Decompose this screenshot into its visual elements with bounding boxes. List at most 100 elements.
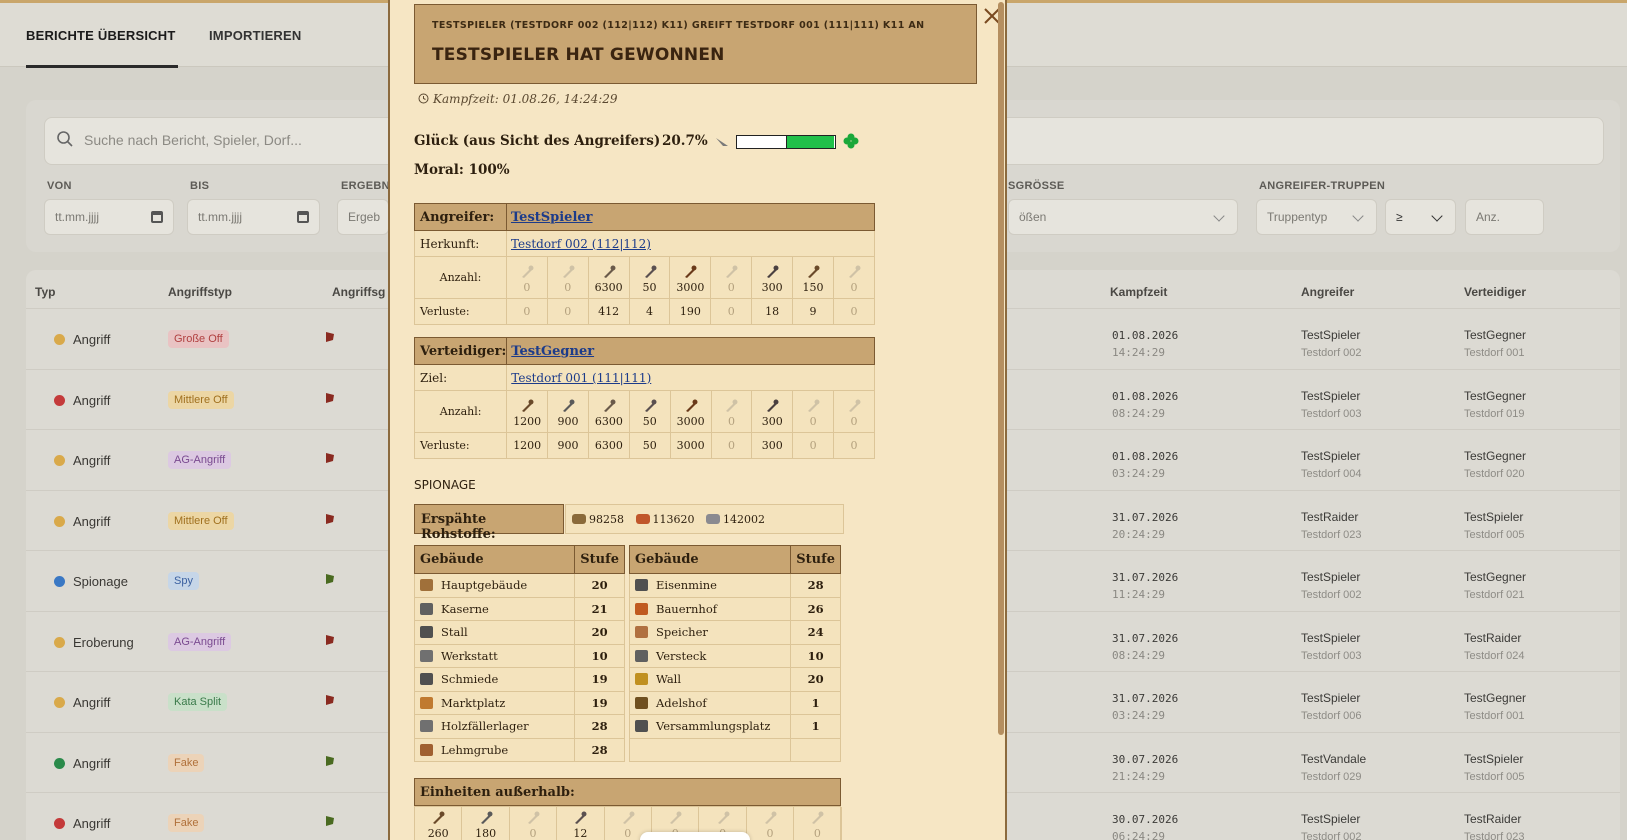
status-dot-icon	[54, 697, 65, 708]
catapult-icon	[808, 399, 820, 412]
building-name-text: Schmiede	[441, 672, 499, 687]
row-type-text: Angriff	[73, 513, 111, 529]
troop-value: 50	[642, 415, 657, 428]
report-header: TESTSPIELER (TESTDORF 002 (112|112) K11)…	[414, 4, 1000, 84]
filter-ergebnis-select[interactable]: Ergeb	[337, 199, 389, 235]
units-outside-row: 26018001200000	[414, 806, 842, 840]
building-name-text: Eisenmine	[656, 578, 717, 593]
row-type: Angriff	[54, 393, 110, 408]
filter-anzahl-input[interactable]: Anz.	[1465, 199, 1544, 235]
resources-box: 98258 113620 142002	[565, 504, 844, 534]
row-defender: TestGegner Testdorf 021	[1464, 569, 1526, 604]
filter-bis-label: BIS	[190, 180, 210, 192]
troop-cell: 300	[751, 390, 794, 433]
schmiede-icon	[420, 673, 433, 686]
row-time-text: 03:24:29	[1112, 709, 1165, 722]
filter-ergebnis-label: ERGEBNI	[341, 180, 394, 192]
col-typ[interactable]: Typ	[35, 285, 55, 299]
filter-von-input[interactable]: tt.mm.jjjj	[44, 199, 174, 235]
attack-type-badge: Kata Split	[168, 693, 228, 711]
row-defender-village: Testdorf 001	[1464, 710, 1525, 722]
row-attacker: TestSpieler Testdorf 002	[1301, 569, 1362, 604]
col-angreifer[interactable]: Angreifer	[1301, 285, 1354, 299]
troop-value: 900	[557, 439, 579, 452]
row-date: 31.07.2026 20:24:29	[1112, 509, 1178, 543]
filter-bis-input[interactable]: tt.mm.jjjj	[187, 199, 320, 235]
count-label: Anzahl:	[413, 390, 508, 433]
row-defender-name: TestGegner	[1464, 691, 1527, 705]
modal-scrollbar[interactable]	[998, 2, 1004, 735]
troop-cell: 3000	[669, 432, 712, 459]
scout-icon	[575, 811, 587, 824]
row-attacker-name: TestSpieler	[1301, 570, 1361, 584]
filter-operator-value: ≥	[1396, 210, 1403, 224]
building-name: Bauernhof	[628, 596, 792, 621]
building-name-text: Kaserne	[441, 601, 489, 616]
troop-value: 3000	[676, 439, 705, 452]
building-name: Wall	[628, 667, 792, 692]
troop-cell: 0	[710, 256, 753, 299]
origin-village-link[interactable]: Testdorf 002 (112|112)	[511, 237, 651, 251]
speicher-icon	[635, 626, 648, 639]
row-date-text: 30.07.2026	[1112, 752, 1179, 766]
filter-operator-select[interactable]: ≥	[1385, 199, 1456, 235]
status-dot-icon	[54, 818, 65, 829]
building-row: Speicher 24	[628, 620, 841, 645]
attack-type-badge: Große Off	[168, 330, 229, 348]
row-defender: TestGegner Testdorf 019	[1464, 388, 1526, 423]
troop-value: 0	[727, 415, 735, 428]
outside-unit-cell: 12	[557, 807, 605, 840]
troop-cell: 0	[792, 390, 835, 433]
troop-value: 6300	[594, 281, 623, 294]
defender-label: Verteidiger:	[413, 337, 508, 365]
row-attacker-name: TestVandale	[1301, 751, 1367, 766]
troop-value: 190	[679, 305, 701, 318]
troop-cell: 3000	[669, 256, 712, 299]
troop-value: 150	[802, 281, 824, 294]
row-date: 30.07.2026 21:24:29	[1112, 751, 1178, 785]
row-attacker-village: Testdorf 003	[1301, 407, 1362, 420]
troop-value: 50	[642, 439, 657, 452]
row-defender-name: TestGegner	[1464, 449, 1527, 463]
flag-icon	[326, 695, 334, 705]
row-type: Eroberung	[54, 635, 134, 650]
tab-importieren[interactable]: IMPORTIEREN	[209, 28, 301, 43]
col-kampfzeit[interactable]: Kampfzeit	[1110, 285, 1167, 299]
target-village-link[interactable]: Testdorf 001 (111|111)	[511, 371, 651, 385]
troop-cell: 0	[710, 432, 753, 459]
building-level: 28	[790, 573, 841, 598]
filter-truppentyp-select[interactable]: Truppentyp	[1256, 199, 1377, 235]
row-attacker-village: Testdorf 004	[1301, 468, 1362, 480]
row-attacker-village: Testdorf 002	[1301, 589, 1362, 601]
attacker-table: Angreifer: TestSpieler Herkunft: Testdor…	[414, 203, 876, 325]
tab-berichte-uebersicht[interactable]: BERICHTE ÜBERSICHT	[26, 28, 176, 43]
row-date-text: 31.07.2026	[1112, 692, 1179, 705]
building-name-text: Lehmgrube	[441, 742, 509, 757]
report-subtitle: TESTSPIELER (TESTDORF 002 (112|112) K11)…	[432, 20, 925, 31]
col-angriffsgroesse[interactable]: Angriffsg	[332, 285, 385, 299]
col-verteidiger[interactable]: Verteidiger	[1464, 285, 1526, 299]
row-type: Angriff	[54, 756, 110, 771]
troop-cell: 0	[546, 298, 589, 325]
building-name-text: Werkstatt	[441, 648, 498, 663]
row-time-text: 11:24:29	[1112, 588, 1165, 601]
eisenmine-icon	[635, 579, 648, 592]
row-date: 01.08.2026 08:24:29	[1112, 388, 1178, 422]
building-name: Lehmgrube	[413, 737, 576, 762]
troop-cell: 0	[505, 298, 548, 325]
attack-type-badge: AG-Angriff	[168, 451, 232, 469]
flag-icon	[326, 574, 334, 584]
troop-value: 0	[809, 439, 817, 452]
attacker-name-link[interactable]: TestSpieler	[511, 210, 593, 225]
defender-name-link[interactable]: TestGegner	[511, 344, 594, 359]
outside-unit-value: 0	[624, 827, 632, 840]
building-name: Adelshof	[628, 690, 792, 715]
building-name: Eisenmine	[628, 573, 792, 598]
status-dot-icon	[54, 455, 65, 466]
resources-label: Erspähte Rohstoffe:	[414, 504, 564, 542]
flag-icon	[326, 816, 334, 826]
defender-table: Verteidiger: TestGegner Ziel: Testdorf 0…	[413, 337, 875, 459]
outside-unit-value: 0	[766, 827, 774, 840]
filter-groesse-select[interactable]: ößen	[1008, 199, 1238, 235]
col-angriffstyp[interactable]: Angriffstyp	[168, 285, 232, 299]
